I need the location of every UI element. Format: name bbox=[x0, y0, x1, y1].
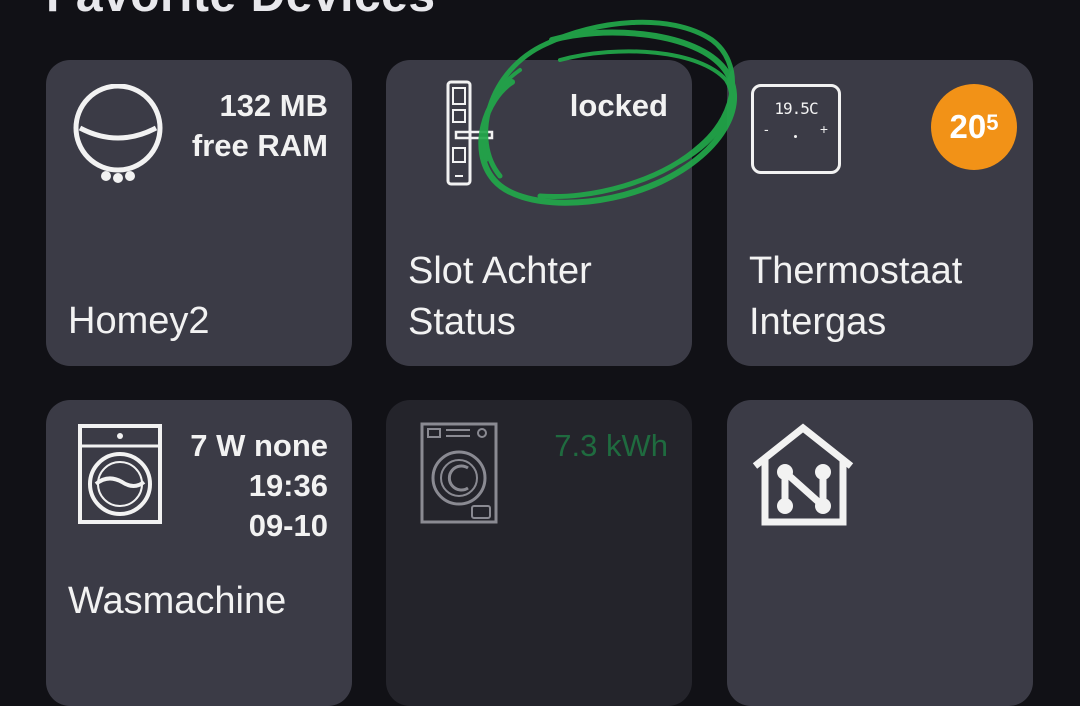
door-lock-icon bbox=[446, 80, 494, 186]
minus-glyph: - bbox=[764, 121, 769, 137]
device-name: Thermostaat Intergas bbox=[749, 250, 963, 343]
device-info: 132 MB free RAM bbox=[191, 88, 328, 163]
thermostat-icon: 19.5C - + bbox=[751, 84, 841, 174]
temperature-decimal: 5 bbox=[986, 110, 999, 135]
device-card-slot-achter[interactable]: locked Slot Achter Status bbox=[386, 60, 692, 366]
device-name: Homey2 bbox=[68, 300, 210, 342]
temperature-badge: 20 5 bbox=[931, 84, 1017, 170]
energy-value: 7.3 kWh bbox=[554, 428, 668, 463]
device-card-wasmachine-energy[interactable]: 7.3 kWh bbox=[386, 400, 692, 706]
lock-status: locked bbox=[569, 88, 668, 123]
device-card-wasmachine[interactable]: 7 W none 19:36 09-10 Wasmachine bbox=[46, 400, 352, 706]
device-card-thermostaat[interactable]: 19.5C - + 20 5 Thermostaat Intergas bbox=[727, 60, 1033, 366]
homey-sphere-icon bbox=[73, 84, 163, 183]
plus-glyph: + bbox=[819, 121, 828, 137]
homey-home-icon bbox=[752, 423, 854, 526]
washing-machine-icon bbox=[420, 422, 498, 524]
thermostat-display: 19.5C bbox=[774, 99, 818, 118]
device-card-homey-home[interactable] bbox=[727, 400, 1033, 706]
device-info: 7 W none 19:36 09-10 bbox=[190, 428, 328, 543]
section-title: Favorite Devices bbox=[46, 0, 436, 23]
temperature-value: 20 bbox=[949, 108, 987, 145]
device-card-homey2[interactable]: 132 MB free RAM Homey2 bbox=[46, 60, 352, 366]
dot-glyph bbox=[794, 135, 797, 138]
washing-machine-icon bbox=[78, 424, 162, 524]
device-name: Slot Achter Status bbox=[408, 250, 592, 343]
